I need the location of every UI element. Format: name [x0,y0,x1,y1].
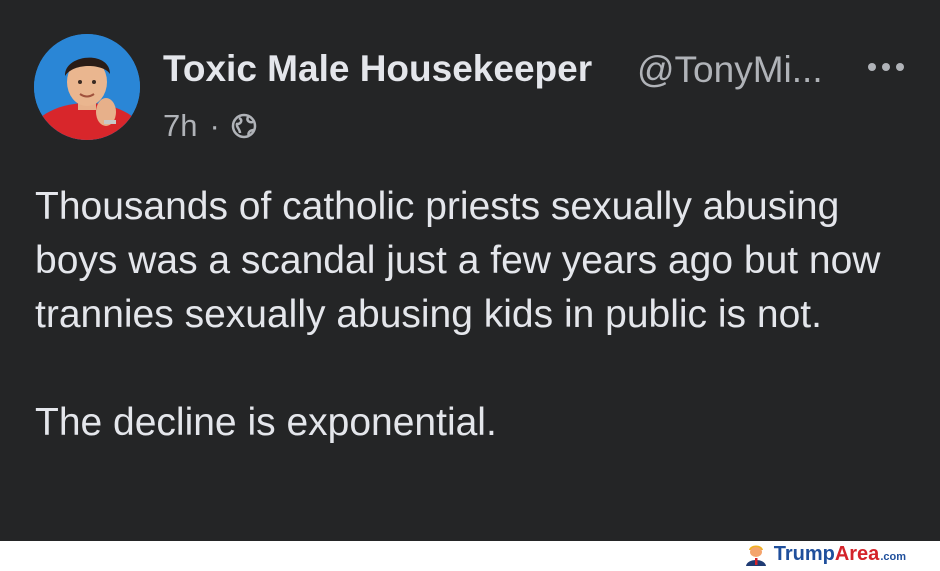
more-options-icon[interactable] [866,55,906,79]
watermark-brand-part-1: Trump [773,542,835,565]
post-meta: 7h · [163,108,258,144]
globe-icon [230,112,258,140]
trump-figure-icon [743,542,769,566]
watermark-brand-part-2: Area [834,542,880,565]
watermark-bar: Trump Area .com [0,541,940,566]
meta-separator: · [209,108,220,143]
post-body-paragraph: The decline is exponential. [35,401,497,444]
watermark-suffix: .com [880,551,906,563]
post-body: Thousands of catholic priests sexually a… [35,180,915,450]
post-time[interactable]: 7h [163,108,197,144]
watermark: Trump Area .com [743,542,906,566]
author-name[interactable]: Toxic Male Housekeeper [163,48,592,90]
post-body-paragraph: Thousands of catholic priests sexually a… [35,185,881,336]
author-handle[interactable]: @TonyMi... [637,49,823,91]
avatar[interactable] [34,34,140,140]
post-card: Toxic Male Housekeeper @TonyMi... 7h · T… [0,0,940,541]
